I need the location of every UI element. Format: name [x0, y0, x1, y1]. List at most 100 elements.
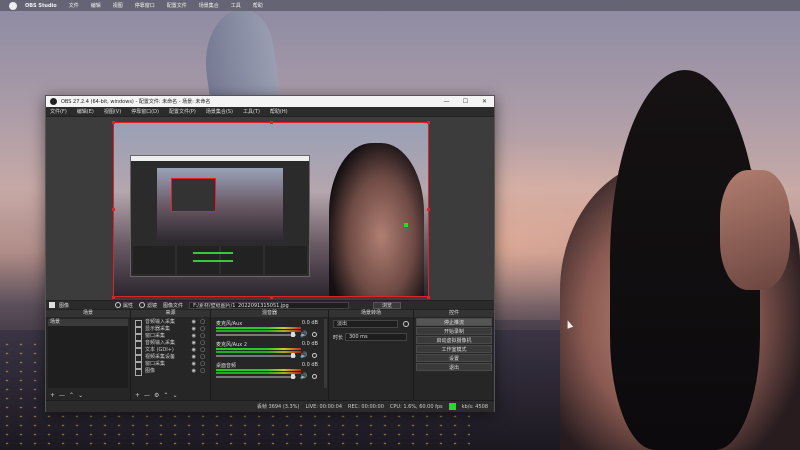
resize-handle[interactable] [112, 208, 115, 211]
level-meter [216, 348, 301, 350]
menu-tools[interactable]: 工具(T) [243, 108, 260, 115]
menu-profile[interactable]: 配置文件(P) [169, 108, 196, 115]
menu-scene-collection[interactable]: 场景集合(S) [206, 108, 233, 115]
source-down-button[interactable]: ⌄ [172, 392, 177, 399]
eye-icon[interactable]: ◉ [192, 326, 196, 333]
lock-icon[interactable]: ▢ [200, 340, 205, 347]
eye-icon[interactable]: ◉ [192, 333, 196, 340]
add-scene-button[interactable]: + [50, 392, 55, 399]
resize-handle[interactable] [112, 296, 115, 299]
browse-button[interactable]: 浏览 [373, 302, 401, 309]
controls-header: 控件 [414, 310, 494, 317]
resize-handle[interactable] [427, 296, 430, 299]
resize-handle[interactable] [427, 208, 430, 211]
properties-button[interactable]: 属性 [123, 302, 133, 309]
image-path-field[interactable]: F:/素材/壁纸图片/1_2022091315051.jpg [189, 301, 350, 309]
volume-slider-handle[interactable] [291, 374, 295, 379]
menubar-item[interactable]: 工具 [231, 2, 241, 9]
menubar-item[interactable]: 文件 [69, 2, 79, 9]
lock-icon[interactable]: ▢ [200, 333, 205, 340]
resize-handle[interactable] [427, 121, 430, 124]
remove-source-button[interactable]: — [144, 392, 150, 399]
menubar-item[interactable]: 帮助 [253, 2, 263, 9]
source-item[interactable]: 音频输入采集 ◉ ▢ [133, 319, 208, 327]
maximize-button[interactable]: ☐ [456, 96, 475, 107]
lock-icon[interactable]: ▢ [200, 354, 205, 361]
source-item[interactable]: 视频采集设备 ◉ ▢ [133, 354, 208, 362]
add-source-button[interactable]: + [135, 392, 140, 399]
source-item[interactable]: 窗口采集 ◉ ▢ [133, 333, 208, 341]
studio-mode-button[interactable]: 工作室模式 [416, 345, 492, 353]
eye-icon[interactable]: ◉ [192, 368, 196, 375]
channel-settings-icon[interactable] [312, 374, 317, 379]
speaker-icon[interactable]: 🔊 [300, 331, 307, 338]
filters-icon[interactable] [139, 302, 146, 308]
source-item[interactable]: 文本 (GDI+) ◉ ▢ [133, 347, 208, 355]
exit-button[interactable]: 退出 [416, 363, 492, 371]
close-button[interactable]: ✕ [475, 96, 494, 107]
scene-down-button[interactable]: ⌄ [78, 392, 83, 399]
menu-view[interactable]: 视图(V) [104, 108, 121, 115]
menubar-item[interactable]: 编辑 [91, 2, 101, 9]
volume-slider-handle[interactable] [291, 353, 295, 358]
channel-settings-icon[interactable] [312, 332, 317, 337]
window-titlebar[interactable]: OBS 27.2.4 (64-bit, windows) - 配置文件: 未命名… [46, 96, 494, 107]
volume-slider[interactable] [216, 355, 296, 357]
remove-scene-button[interactable]: — [59, 392, 65, 399]
filters-button[interactable]: 滤镜 [147, 302, 157, 309]
menubar-item[interactable]: 停靠窗口 [135, 2, 155, 9]
sources-list[interactable]: 音频输入采集 ◉ ▢ 显示器采集 ◉ ▢ 窗口采集 ◉ ▢ 音频输入采集 ◉ ▢ 文本 (GDI… [133, 319, 208, 388]
scenes-list[interactable]: 场景 [48, 319, 128, 388]
menubar-item[interactable]: 场景集合 [199, 2, 219, 9]
source-settings-button[interactable]: ⚙ [154, 392, 159, 399]
menubar-item[interactable]: 配置文件 [167, 2, 187, 9]
preview-canvas[interactable] [113, 122, 429, 297]
eye-icon[interactable]: ◉ [192, 361, 196, 368]
scene-item[interactable]: 场景 [48, 319, 128, 326]
menu-file[interactable]: 文件(F) [50, 108, 67, 115]
start-recording-button[interactable]: 开始录制 [416, 327, 492, 335]
source-up-button[interactable]: ⌃ [163, 392, 168, 399]
properties-gear-icon[interactable] [115, 302, 122, 308]
channel-db: 0.0 dB [301, 362, 318, 368]
menubar-app-name[interactable]: OBS Studio [25, 3, 57, 9]
volume-slider[interactable] [216, 376, 296, 378]
minimize-button[interactable]: — [437, 96, 456, 107]
transition-select[interactable]: 淡出 [333, 320, 398, 328]
menu-help[interactable]: 帮助(H) [270, 108, 288, 115]
source-item[interactable]: 窗口采集 ◉ ▢ [133, 361, 208, 369]
menubar-item[interactable]: 视图 [113, 2, 123, 9]
lock-icon[interactable]: ▢ [200, 368, 205, 375]
speaker-icon[interactable]: 🔊 [300, 373, 307, 380]
channel-name: 桌面音频 [216, 363, 237, 369]
eye-icon[interactable]: ◉ [192, 354, 196, 361]
volume-slider-handle[interactable] [291, 332, 295, 337]
transition-settings-icon[interactable] [403, 321, 409, 327]
eye-icon[interactable]: ◉ [192, 319, 196, 326]
start-virtual-camera-button[interactable]: 启动虚拟摄像机 [416, 336, 492, 344]
source-item[interactable]: 图像 ◉ ▢ [133, 368, 208, 376]
lock-icon[interactable]: ▢ [200, 319, 205, 326]
volume-slider[interactable] [216, 334, 296, 336]
mixer-scrollbar[interactable] [324, 319, 327, 388]
eye-icon[interactable]: ◉ [192, 340, 196, 347]
lock-icon[interactable]: ▢ [200, 361, 205, 368]
resize-handle[interactable] [270, 121, 273, 124]
source-item[interactable]: 显示器采集 ◉ ▢ [133, 326, 208, 334]
duration-field[interactable]: 300 ms [345, 333, 407, 341]
lock-icon[interactable]: ▢ [200, 347, 205, 354]
channel-settings-icon[interactable] [312, 353, 317, 358]
resize-handle[interactable] [270, 296, 273, 299]
scene-up-button[interactable]: ⌃ [69, 392, 74, 399]
stop-streaming-button[interactable]: 停止推流 [416, 318, 492, 326]
eye-icon[interactable]: ◉ [192, 347, 196, 354]
apple-icon[interactable] [9, 1, 17, 10]
speaker-icon[interactable]: 🔊 [300, 352, 307, 359]
menu-docks[interactable]: 停靠窗口(D) [131, 108, 159, 115]
settings-button[interactable]: 设置 [416, 354, 492, 362]
mixer-channel: 桌面音频 0.0 dB 🔊 [213, 361, 322, 382]
resize-handle[interactable] [112, 121, 115, 124]
lock-icon[interactable]: ▢ [200, 326, 205, 333]
source-item[interactable]: 音频输入采集 ◉ ▢ [133, 340, 208, 348]
menu-edit[interactable]: 编辑(E) [77, 108, 94, 115]
